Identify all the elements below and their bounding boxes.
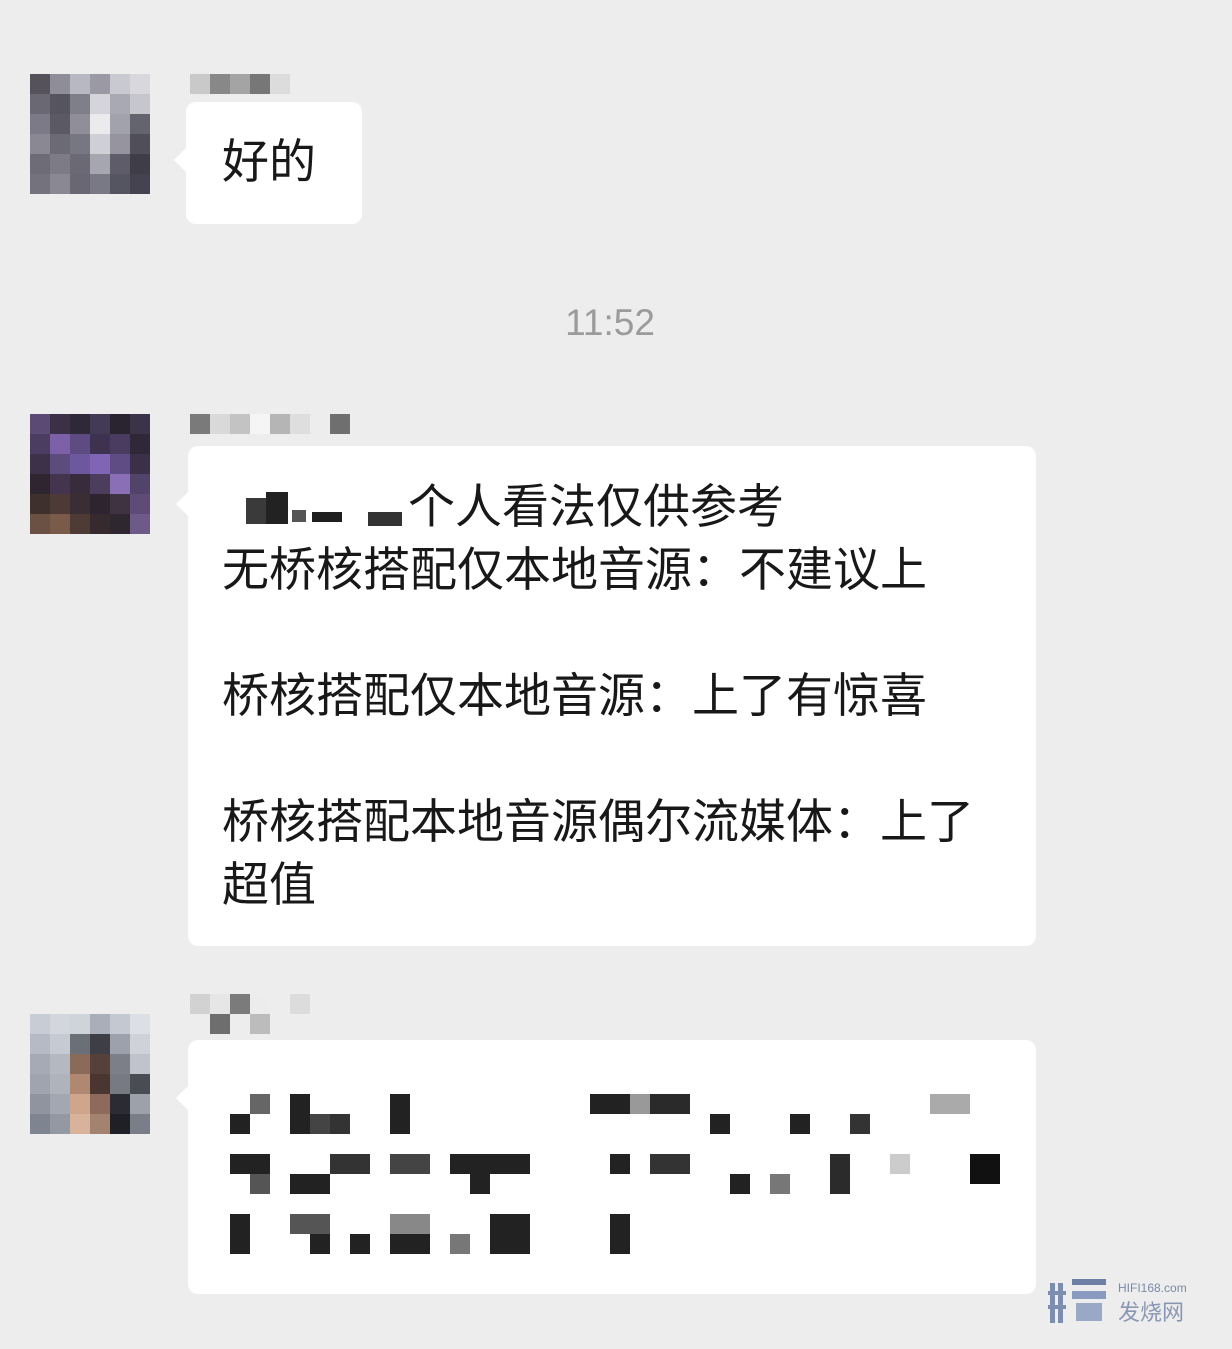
redacted-text: [290, 1174, 330, 1194]
redacted-text: [930, 1094, 970, 1114]
watermark-label: 发烧网: [1118, 1301, 1185, 1326]
redacted-text: [890, 1154, 910, 1174]
message-text: 个人看法仅供参考: [408, 480, 784, 535]
site-watermark: HIFI168.com 发烧网: [1048, 1271, 1208, 1331]
watermark-site: HIFI168.com: [1118, 1281, 1187, 1295]
message-bubble[interactable]: [176, 1040, 1036, 1294]
redacted-text: [790, 1114, 810, 1134]
redacted-text: [310, 1114, 330, 1134]
redacted-text: [290, 1094, 310, 1134]
sender-name: [190, 74, 360, 96]
redacted-text: [230, 1154, 270, 1174]
redacted-text: [630, 1094, 650, 1114]
redacted-text: [266, 492, 288, 524]
redacted-text: [290, 1214, 330, 1234]
redacted-text: [970, 1154, 1000, 1184]
sender-name: [190, 994, 360, 1034]
avatar[interactable]: [30, 414, 150, 534]
redacted-text: [310, 1234, 330, 1254]
redacted-text: [330, 1114, 350, 1134]
redacted-text: [390, 1094, 410, 1134]
redacted-text: [450, 1234, 470, 1254]
redacted-text: [610, 1154, 630, 1174]
message-text: 好的: [222, 135, 316, 190]
redacted-text: [250, 1094, 270, 1114]
redacted-text: [292, 510, 306, 522]
redacted-text: [450, 1154, 530, 1174]
message-bubble[interactable]: 个人看法仅供参考 无桥核搭配仅本地音源：不建议上 桥核搭配仅本地音源：上了有惊喜…: [176, 446, 1036, 946]
redacted-text: [830, 1154, 850, 1194]
redacted-text: [350, 1234, 370, 1254]
redacted-text: [368, 512, 402, 526]
redacted-text: [246, 498, 266, 524]
redacted-text: [230, 1114, 250, 1134]
redacted-text: [730, 1174, 750, 1194]
hifi-logo-icon: [1048, 1279, 1106, 1323]
redacted-text: [230, 1214, 250, 1254]
timestamp: 11:52: [565, 302, 655, 343]
message-bubble[interactable]: 好的: [174, 102, 362, 224]
redacted-text: [490, 1214, 530, 1254]
avatar[interactable]: [30, 1014, 150, 1134]
redacted-text: [650, 1154, 690, 1174]
redacted-text: [850, 1114, 870, 1134]
message-text: 无桥核搭配仅本地音源：不建议上 桥核搭配仅本地音源：上了有惊喜 桥核搭配本地音源…: [222, 543, 974, 913]
redacted-text: [250, 1174, 270, 1194]
redacted-text: [590, 1094, 630, 1114]
redacted-text: [770, 1174, 790, 1194]
redacted-text: [330, 1154, 370, 1174]
redacted-text: [312, 512, 342, 522]
redacted-text: [390, 1234, 430, 1254]
redacted-text: [610, 1214, 630, 1254]
redacted-text: [390, 1214, 430, 1234]
redacted-text: [650, 1094, 690, 1114]
avatar[interactable]: [30, 74, 150, 194]
redacted-text: [390, 1154, 430, 1174]
redacted-text: [470, 1174, 490, 1194]
redacted-text: [710, 1114, 730, 1134]
sender-name: [190, 414, 360, 436]
